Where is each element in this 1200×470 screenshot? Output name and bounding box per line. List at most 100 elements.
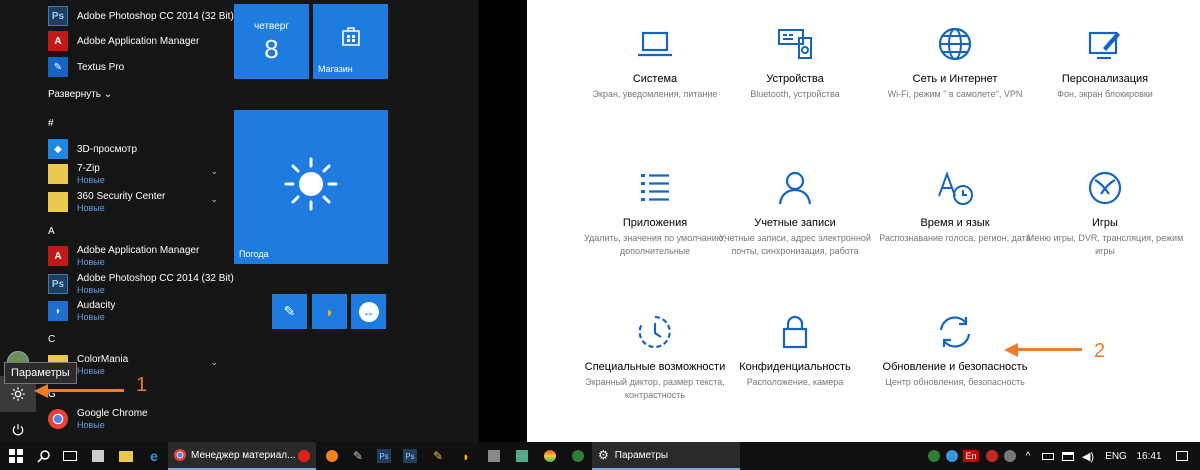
list-item[interactable]: 7-Zip Новые ⌄ <box>48 161 223 187</box>
chevron-down-icon: ⌄ <box>103 89 113 100</box>
person-icon <box>778 171 812 205</box>
list-item[interactable]: A Adobe Application Manager Новые <box>48 243 223 269</box>
tray-icon[interactable] <box>944 442 960 470</box>
tray-icon[interactable] <box>1002 442 1018 470</box>
language-indicator[interactable]: ENG <box>1102 442 1130 470</box>
firefox-icon <box>326 450 338 462</box>
chevron-up-icon: ^ <box>1025 450 1031 462</box>
list-item[interactable]: A Adobe Application Manager <box>48 28 223 54</box>
annotation-arrow <box>46 389 124 392</box>
weather-tile[interactable]: Погода <box>234 110 388 264</box>
chevron-down-icon[interactable]: ⌄ <box>210 166 218 177</box>
annotation-arrow <box>1016 348 1082 351</box>
app-icon: ✎ <box>352 449 364 463</box>
ps-icon: Ps <box>48 6 68 26</box>
opera-icon <box>298 450 310 462</box>
folder-icon <box>48 164 68 184</box>
app-icon: ✎ <box>283 303 296 319</box>
tray-icon[interactable] <box>1060 442 1076 470</box>
folder-icon <box>119 450 133 462</box>
list-item[interactable]: ◆ 3D-просмотр <box>48 136 223 162</box>
tray-icon[interactable]: ◀) <box>1080 442 1096 470</box>
adobe-icon: A <box>48 31 68 51</box>
app-icon: En <box>963 450 979 462</box>
windows-logo-icon <box>9 449 23 463</box>
apps-list-icon <box>641 174 669 201</box>
small-tile[interactable]: ✎ <box>272 294 307 329</box>
tray-icon[interactable]: En <box>962 442 980 470</box>
audacity-icon: ◗ <box>325 303 334 320</box>
tray-icon[interactable] <box>1040 442 1056 470</box>
taskbar-app[interactable] <box>112 442 140 470</box>
list-item[interactable]: Ps Adobe Photoshop CC 2014 (32 Bit) <box>48 3 234 29</box>
taskbar-app[interactable]: e <box>140 442 168 470</box>
ps-icon: Ps <box>377 449 391 463</box>
list-item[interactable]: 360 Security Center Новые ⌄ <box>48 189 223 215</box>
annotation-number: 2 <box>1094 340 1106 362</box>
small-tile[interactable]: ◗ <box>312 294 347 329</box>
list-item[interactable]: ✎ Textus Pro <box>48 54 223 80</box>
battery-icon <box>1042 452 1054 460</box>
letter-header[interactable]: A <box>48 226 55 237</box>
taskbar-app[interactable] <box>480 442 508 470</box>
ps-icon: Ps <box>48 274 68 294</box>
3d-viewer-icon: ◆ <box>48 139 68 159</box>
calendar-tile[interactable]: четверг 8 <box>234 4 309 79</box>
taskbar-app[interactable] <box>290 442 318 470</box>
settings-category-time-language[interactable]: Время и язык Распознавание голоса, регио… <box>870 166 1040 245</box>
task-view-button[interactable] <box>56 442 84 470</box>
task-view-icon <box>63 451 77 461</box>
taskbar-app[interactable] <box>536 442 564 470</box>
list-item[interactable]: Ps Adobe Photoshop CC 2014 (32 Bit) Новые <box>48 271 234 297</box>
list-item[interactable]: ◗ Audacity Новые <box>48 298 223 324</box>
sun-icon <box>284 157 338 211</box>
ps-icon: Ps <box>403 449 417 463</box>
letter-header[interactable]: # <box>48 118 54 129</box>
adobe-icon: A <box>48 246 68 266</box>
start-button[interactable] <box>2 442 30 470</box>
taskbar-app[interactable]: Ps <box>396 442 424 470</box>
settings-category-devices[interactable]: Устройства Bluetooth, устройства <box>710 22 880 101</box>
tray-icon[interactable] <box>984 442 1000 470</box>
teamviewer-icon: ↔ <box>358 301 379 322</box>
chevron-down-icon[interactable]: ⌄ <box>210 194 218 205</box>
settings-category-personalization[interactable]: Персонализация Фон, экран блокировки <box>1020 22 1190 101</box>
divider <box>479 0 527 442</box>
notification-icon <box>1176 451 1188 461</box>
small-tile[interactable]: ↔ <box>351 294 386 329</box>
gear-icon: ⚙ <box>598 448 609 462</box>
taskbar-app[interactable]: ✎ <box>344 442 372 470</box>
app-icon <box>572 450 584 462</box>
expand-link[interactable]: Развернуть ⌄ <box>48 89 112 100</box>
settings-category-gaming[interactable]: Игры Меню игры, DVR, трансляция, режим и… <box>1020 166 1190 258</box>
settings-category-accounts[interactable]: Учетные записи Учетные записи, адрес эле… <box>710 166 880 258</box>
settings-category-network[interactable]: Сеть и Интернет Wi-Fi, режим " в самолет… <box>870 22 1040 101</box>
taskbar-app[interactable] <box>564 442 592 470</box>
personalization-icon <box>1088 31 1120 59</box>
clock[interactable]: 16:41 <box>1132 442 1166 470</box>
network-icon <box>1062 451 1074 461</box>
settings-window: Система Экран, уведомления, питание Устр… <box>527 0 1200 442</box>
time-language-icon <box>938 171 973 205</box>
list-item[interactable]: Google Chrome Новые <box>48 406 223 432</box>
tray-icon[interactable]: ^ <box>1020 442 1036 470</box>
start-menu: Параметры Ps Adobe Photoshop CC 2014 (32 … <box>0 0 479 442</box>
edge-icon: e <box>150 448 158 464</box>
annotation-number: 1 <box>136 374 148 396</box>
search-button[interactable] <box>30 442 58 470</box>
taskbar-app[interactable] <box>84 442 112 470</box>
store-tile[interactable]: Магазин <box>313 4 388 79</box>
taskbar-app[interactable]: Ps <box>370 442 398 470</box>
notifications-button[interactable] <box>1172 442 1192 470</box>
lock-icon <box>782 315 808 349</box>
settings-category-privacy[interactable]: Конфиденциальность Расположение, камера <box>710 310 880 389</box>
chevron-down-icon[interactable]: ⌄ <box>210 357 218 368</box>
gear-icon <box>11 387 25 401</box>
taskbar-app[interactable]: ✎ <box>424 442 452 470</box>
taskbar-app[interactable] <box>508 442 536 470</box>
tray-icon[interactable] <box>926 442 942 470</box>
taskbar-app[interactable]: ◗ <box>452 442 480 470</box>
taskbar-app[interactable] <box>318 442 346 470</box>
letter-header[interactable]: C <box>48 334 55 345</box>
taskbar-window-settings[interactable]: ⚙ Параметры <box>592 442 740 470</box>
